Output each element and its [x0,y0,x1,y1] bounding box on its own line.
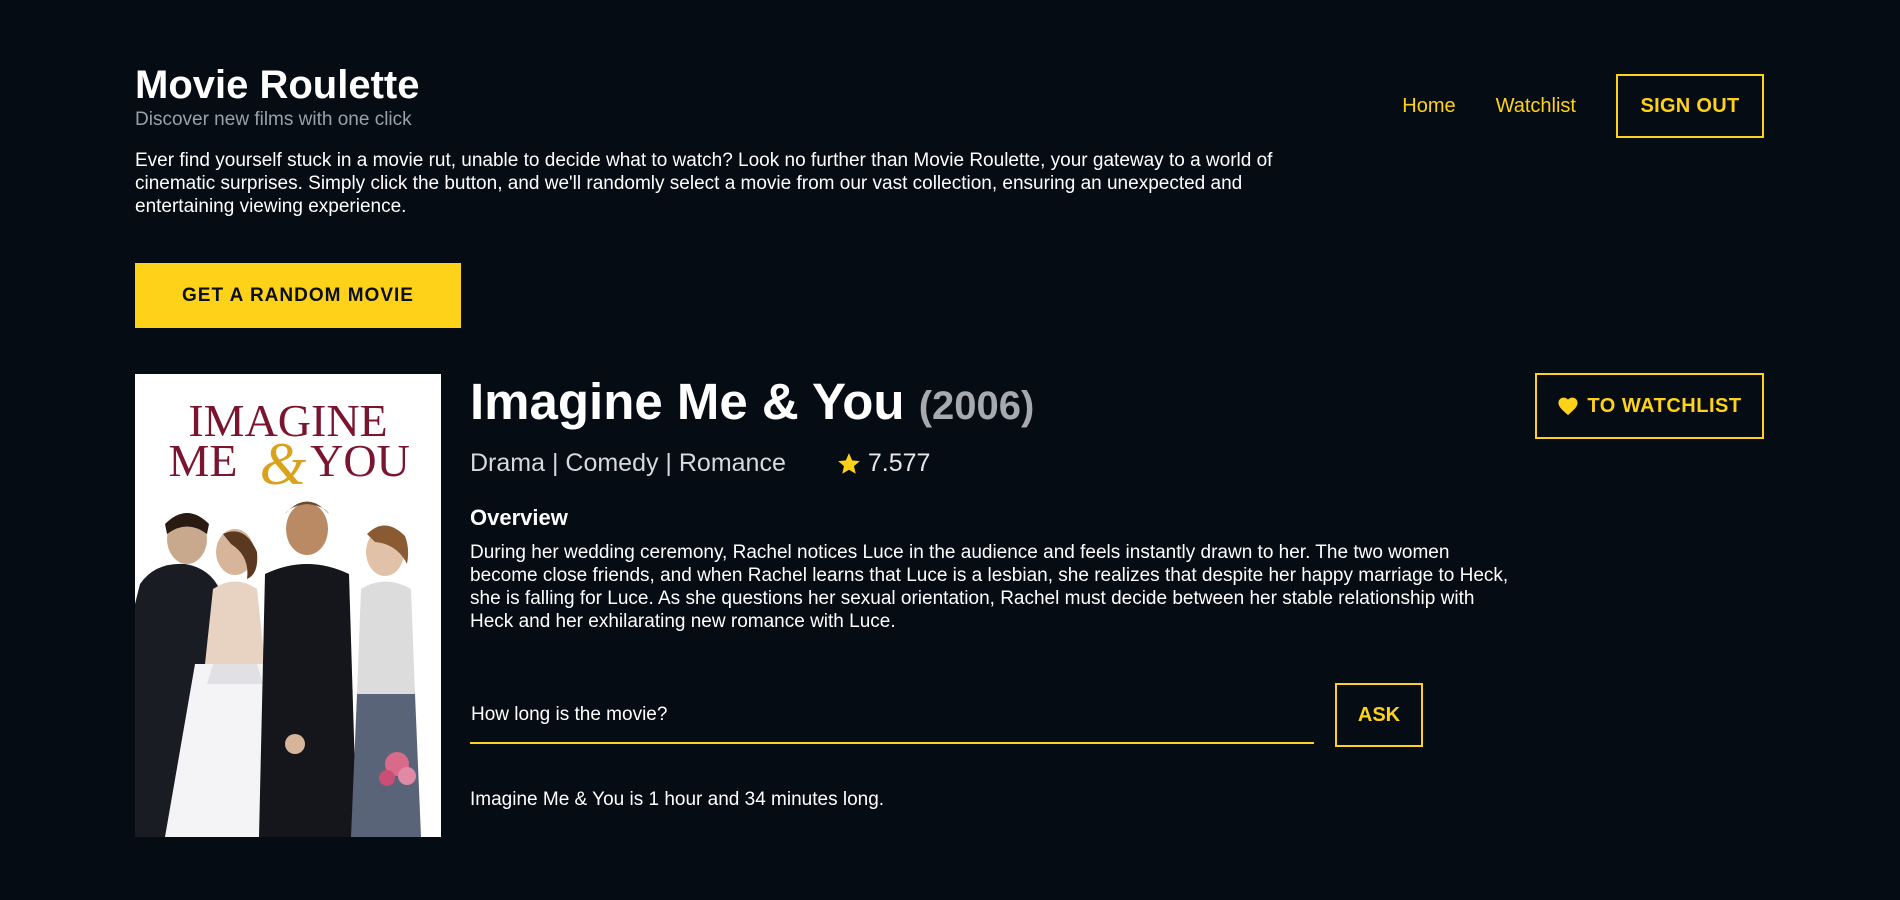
star-icon [838,452,860,474]
page: Movie Roulette Discover new films with o… [0,0,1900,900]
movie-title: Imagine Me & You [470,373,905,430]
watchlist-button-label: TO WATCHLIST [1587,394,1742,417]
movie-meta: Drama | Comedy | Romance 7.577 [470,449,930,478]
overview-heading: Overview [470,505,568,530]
movie-rating: 7.577 [836,449,931,478]
app-title: Movie Roulette [135,63,420,107]
top-nav: Home Watchlist SIGN OUT [1402,74,1764,138]
random-movie-button[interactable]: GET A RANDOM MOVIE [135,263,461,328]
poster-ampersand: & [260,431,307,497]
question-input[interactable] [470,688,1314,744]
nav-watchlist-link[interactable]: Watchlist [1496,95,1576,118]
intro-text: Ever find yourself stuck in a movie rut,… [135,150,1273,217]
answer-text: Imagine Me & You is 1 hour and 34 minute… [470,789,885,810]
overview-text: During her wedding ceremony, Rachel noti… [470,542,1509,632]
app-subtitle: Discover new films with one click [135,109,412,130]
movie-poster: IMAGINE ME & YOU [135,374,441,837]
nav-home-link[interactable]: Home [1402,95,1455,118]
poster-title-me: ME [169,435,238,486]
add-to-watchlist-button[interactable]: TO WATCHLIST [1535,373,1764,439]
heart-icon [1558,397,1578,416]
movie-poster-image: IMAGINE ME & YOU [135,374,441,837]
ask-button[interactable]: ASK [1335,683,1423,747]
sign-out-button[interactable]: SIGN OUT [1616,74,1764,138]
rating-value: 7.577 [867,449,931,477]
movie-year: (2006) [918,384,1035,428]
movie-genres: Drama | Comedy | Romance [470,449,786,477]
brand: Movie Roulette Discover new films with o… [135,63,419,131]
poster-title-you: YOU [310,435,410,486]
movie-title-block: Imagine Me & You (2006) [470,372,1034,436]
